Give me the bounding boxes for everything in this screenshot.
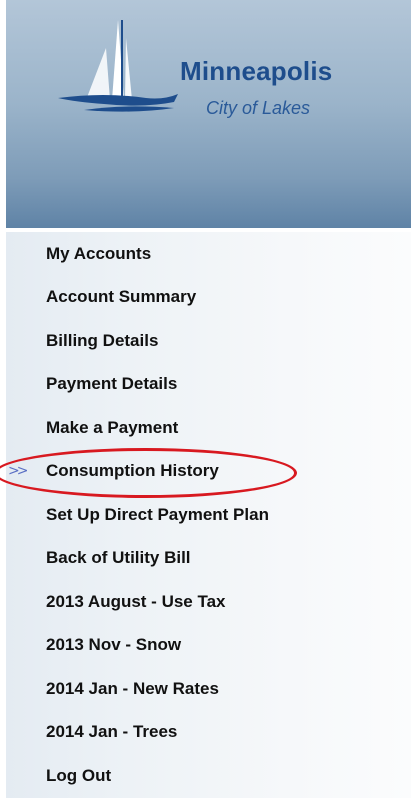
nav-item-label: 2014 Jan - Trees [46,722,178,742]
nav-item-label: Billing Details [46,330,159,350]
nav-item-2014-jan-new-rates[interactable]: 2014 Jan - New Rates [6,667,411,711]
nav-item-my-accounts[interactable]: My Accounts [6,232,411,276]
site-header: Minneapolis City of Lakes [6,0,411,228]
nav-item-back-of-utility-bill[interactable]: Back of Utility Bill [6,536,411,580]
nav-item-label: Make a Payment [46,417,179,437]
nav-item-label: Set Up Direct Payment Plan [46,504,269,524]
account-nav-menu: My Accounts Account Summary Billing Deta… [6,232,411,798]
logo-subtitle: City of Lakes [206,98,311,118]
nav-item-payment-details[interactable]: Payment Details [6,362,411,406]
nav-item-2013-august-use-tax[interactable]: 2013 August - Use Tax [6,580,411,624]
nav-item-label: Log Out [46,765,112,785]
nav-item-log-out[interactable]: Log Out [6,754,411,798]
nav-item-label: Consumption History [46,461,219,481]
nav-item-label: 2013 August - Use Tax [46,591,226,611]
logo-title: Minneapolis [180,56,333,86]
nav-item-label: Account Summary [46,287,197,307]
nav-item-set-up-direct-payment-plan[interactable]: Set Up Direct Payment Plan [6,493,411,537]
nav-item-account-summary[interactable]: Account Summary [6,275,411,319]
nav-item-2014-jan-trees[interactable]: 2014 Jan - Trees [6,710,411,754]
nav-item-label: Back of Utility Bill [46,548,191,568]
nav-item-label: My Accounts [46,243,152,263]
nav-item-label: 2013 Nov - Snow [46,635,182,655]
nav-item-make-a-payment[interactable]: Make a Payment [6,406,411,450]
double-chevron-right-icon: >> [8,463,29,480]
nav-item-label: 2014 Jan - New Rates [46,678,219,698]
nav-item-consumption-history[interactable]: >> Consumption History [6,449,411,493]
nav-item-label: Payment Details [46,374,178,394]
sailboat-logo-icon [58,20,178,112]
nav-item-billing-details[interactable]: Billing Details [6,319,411,363]
nav-item-2013-nov-snow[interactable]: 2013 Nov - Snow [6,623,411,667]
